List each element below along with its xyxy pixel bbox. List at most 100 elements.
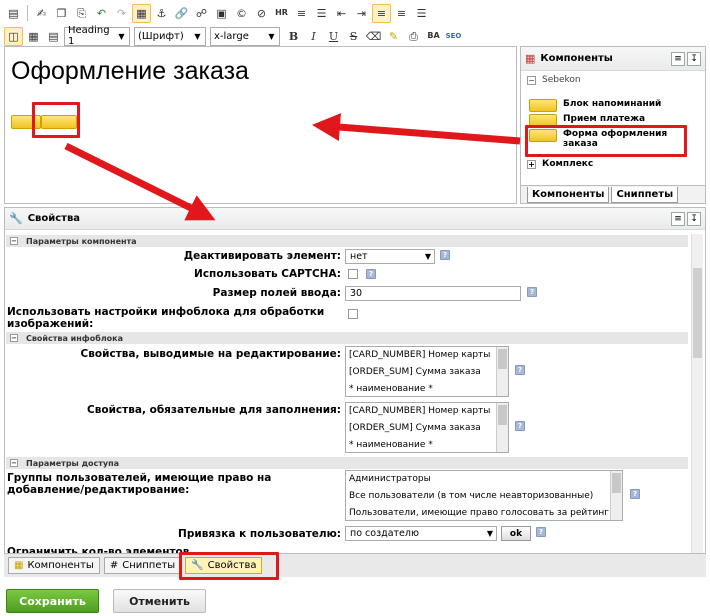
component-item-reminders[interactable]: Блок напоминаний [521, 99, 705, 114]
tab-components[interactable]: Компоненты [527, 187, 610, 203]
help-icon[interactable]: ? [515, 421, 525, 431]
section-component-params[interactable]: − Параметры компонента [6, 235, 688, 247]
menu-icon[interactable]: ≡ [671, 51, 685, 66]
properties-panel: 🔧 Свойства ≡ ↧ − Параметры компонента Де… [4, 207, 706, 577]
dock-icon[interactable]: ↧ [687, 51, 701, 66]
editor-area[interactable]: Оформление заказа [4, 46, 517, 204]
undo-icon[interactable]: ↶ [92, 4, 111, 23]
help-icon[interactable]: ? [536, 527, 546, 537]
editable-props-list[interactable]: [CARD_NUMBER] Номер карты [ORDER_SUM] Су… [345, 346, 509, 397]
ordered-list-icon[interactable]: ≡ [292, 4, 311, 23]
input-size-field[interactable]: 30 [345, 286, 521, 301]
collapse-icon[interactable]: − [10, 459, 18, 467]
spell-button[interactable]: BA [424, 27, 443, 46]
bold-button[interactable]: B [284, 27, 303, 46]
list-option[interactable]: [CARD_NUMBER] Номер карты [346, 403, 508, 420]
source-icon[interactable]: ▤ [4, 4, 23, 23]
anchor-icon[interactable]: ⚓ [152, 4, 171, 23]
bind-user-label: Привязка к пользователю: [178, 528, 341, 540]
list-scrollbar[interactable] [496, 347, 508, 396]
tree-group-complex[interactable]: + Комплекс [521, 155, 705, 173]
indent-icon[interactable]: ⇥ [352, 4, 371, 23]
list-option[interactable]: Пользователи, имеющие право голосовать з… [346, 505, 622, 520]
list-option[interactable]: Администраторы [346, 471, 622, 488]
copy-icon[interactable]: ❐ [52, 4, 71, 23]
align-center-icon[interactable]: ≡ [392, 4, 411, 23]
unordered-list-icon[interactable]: ☰ [312, 4, 331, 23]
iblock-settings-checkbox[interactable] [348, 309, 358, 319]
list-option[interactable]: [ORDER_SUM] Сумма заказа [346, 420, 508, 437]
tree-group-sebekon[interactable]: − Sebekon [521, 71, 705, 89]
list-option[interactable]: * наименование * [346, 437, 508, 452]
eraser-icon[interactable]: ⌫ [364, 27, 383, 46]
section-label: Свойства инфоблока [26, 333, 123, 343]
iblock-settings-label: Использовать настройки инфоблока для обр… [7, 306, 325, 330]
help-icon[interactable]: ? [366, 269, 376, 279]
align-justify-icon[interactable]: ☰ [412, 4, 431, 23]
unlink-icon[interactable]: ☍ [192, 4, 211, 23]
help-icon[interactable]: ? [527, 287, 537, 297]
section-iblock-properties[interactable]: − Свойства инфоблока [6, 332, 688, 344]
properties-scrollbar[interactable] [691, 234, 703, 574]
collapse-icon[interactable]: − [10, 237, 18, 245]
strike-button[interactable]: S [344, 27, 363, 46]
ok-button[interactable]: ok [501, 526, 531, 541]
cancel-button[interactable]: Отменить [113, 589, 206, 613]
underline-button[interactable]: U [324, 27, 343, 46]
save-button[interactable]: Сохранить [6, 589, 99, 613]
bind-user-select[interactable]: по создателю ▼ [345, 526, 497, 541]
outdent-icon[interactable]: ⇤ [332, 4, 351, 23]
help-icon[interactable]: ? [440, 250, 450, 260]
format-select[interactable]: Heading 1 ▼ [64, 25, 130, 47]
block-icon[interactable]: ◫ [4, 26, 23, 46]
list-option[interactable]: Все пользователи (в том числе неавторизо… [346, 488, 622, 505]
highlight-properties-tab [179, 552, 279, 580]
groups-list[interactable]: Администраторы Все пользователи (в том ч… [345, 470, 623, 521]
seo-button[interactable]: SEO [444, 27, 463, 46]
deactivate-select[interactable]: нет ▼ [345, 249, 435, 264]
list-option[interactable]: * наименование * [346, 381, 508, 396]
print-icon[interactable]: ⎙ [404, 27, 423, 46]
expand-icon[interactable]: + [527, 159, 536, 169]
font-select[interactable]: (Шрифт) ▼ [134, 26, 206, 46]
component-icon [529, 99, 557, 112]
menu-icon[interactable]: ≡ [671, 211, 685, 226]
paragraph-icon[interactable]: ▦ [24, 27, 43, 46]
new-page-icon[interactable]: ✍ [32, 4, 51, 23]
tab-components-bottom[interactable]: ▦ Компоненты [8, 557, 100, 574]
page-title[interactable]: Оформление заказа [11, 57, 249, 86]
captcha-label: Использовать CAPTCHA: [194, 268, 341, 280]
collapse-icon[interactable]: − [10, 334, 18, 342]
redo-icon[interactable]: ↷ [112, 4, 131, 23]
paste-icon[interactable]: ⎘ [72, 4, 91, 23]
flash-icon[interactable]: ⊘ [252, 4, 271, 23]
align-left-icon[interactable]: ≡ [372, 3, 391, 23]
list-scrollbar[interactable] [496, 403, 508, 452]
highlight-editor-component [32, 102, 80, 138]
components-icon: ▦ [525, 52, 536, 65]
dock-icon[interactable]: ↧ [687, 211, 701, 226]
tab-snippets-bottom[interactable]: # Сниппеты [103, 557, 182, 574]
help-icon[interactable]: ? [515, 365, 525, 375]
hr-icon[interactable]: HR [272, 4, 291, 23]
size-select[interactable]: x-large ▼ [210, 26, 280, 46]
snippet-icon: # [109, 560, 119, 571]
collapse-icon[interactable]: − [527, 75, 536, 85]
list-option[interactable]: [ORDER_SUM] Сумма заказа [346, 364, 508, 381]
brush-icon[interactable]: ✎ [384, 27, 403, 46]
style-icon[interactable]: ▤ [44, 27, 63, 46]
italic-button[interactable]: I [304, 27, 323, 46]
list-option[interactable]: [CARD_NUMBER] Номер карты [346, 347, 508, 364]
components-panel-tabs: Компоненты Сниппеты [521, 185, 705, 203]
section-access-params[interactable]: − Параметры доступа [6, 457, 688, 469]
list-scrollbar[interactable] [610, 471, 622, 520]
special-char-icon[interactable]: © [232, 4, 251, 23]
required-props-list[interactable]: [CARD_NUMBER] Номер карты [ORDER_SUM] Су… [345, 402, 509, 453]
tab-snippets[interactable]: Сниппеты [611, 187, 679, 203]
help-icon[interactable]: ? [630, 489, 640, 499]
font-value: (Шрифт) [138, 30, 184, 42]
captcha-checkbox[interactable] [348, 269, 358, 279]
image-icon[interactable]: ▣ [212, 4, 231, 23]
link-icon[interactable]: 🔗 [172, 4, 191, 23]
table-icon[interactable]: ▦ [132, 3, 151, 23]
